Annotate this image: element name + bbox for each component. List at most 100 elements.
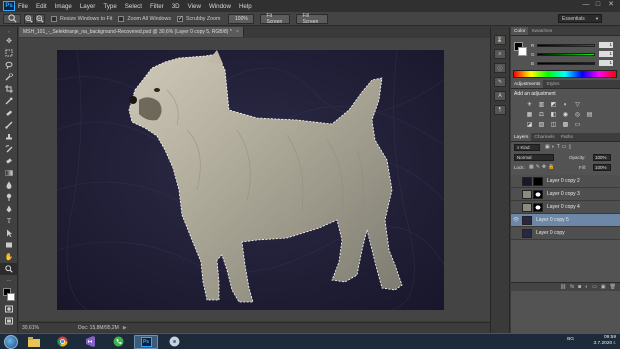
menu-3d[interactable]: 3D: [172, 3, 180, 10]
phone-app-taskbar-icon[interactable]: [106, 335, 130, 349]
type-tool-icon[interactable]: T: [0, 215, 18, 227]
tab-swatches[interactable]: Swatches: [528, 27, 555, 35]
maximize-button[interactable]: □: [594, 1, 602, 9]
document-tab[interactable]: MSH_101_-_Selektiranje_na_background-Rec…: [19, 27, 244, 37]
visual-studio-taskbar-icon[interactable]: [78, 335, 102, 349]
blue-slider[interactable]: [537, 62, 595, 65]
layer-name[interactable]: Layer 0 copy 4: [547, 204, 580, 210]
color-swatches[interactable]: [0, 287, 17, 303]
red-slider[interactable]: [537, 44, 595, 47]
gradient-tool-icon[interactable]: [0, 167, 18, 179]
zoom-level[interactable]: 30,61%: [22, 325, 48, 331]
selective-color-icon[interactable]: ▩: [561, 121, 570, 129]
layer-mask-thumbnail[interactable]: [533, 176, 543, 186]
chrome-taskbar-icon[interactable]: [50, 335, 74, 349]
quick-mask-icon[interactable]: [0, 303, 18, 315]
layer-name[interactable]: Layer 0 copy 2: [547, 178, 580, 184]
black-white-icon[interactable]: ◧: [549, 111, 558, 119]
menu-layer[interactable]: Layer: [80, 3, 95, 10]
zoom-out-icon[interactable]: [35, 13, 45, 24]
dodge-tool-icon[interactable]: [0, 191, 18, 203]
layer-row[interactable]: 👁 Layer 0 copy 5: [511, 214, 620, 227]
close-document-icon[interactable]: ×: [236, 29, 239, 35]
green-slider[interactable]: [537, 53, 595, 56]
color-background-swatch[interactable]: [518, 47, 527, 56]
new-layer-icon[interactable]: ▣: [601, 284, 606, 290]
more-tools-icon[interactable]: ···: [0, 275, 18, 287]
menu-type[interactable]: Type: [103, 3, 116, 10]
fit-screen-button[interactable]: Fit Screen: [260, 13, 291, 25]
zoom-all-windows-checkbox[interactable]: [118, 15, 125, 22]
menu-select[interactable]: Select: [125, 3, 142, 10]
tab-adjustments[interactable]: Adjustments: [511, 80, 544, 88]
color-ramp[interactable]: [513, 70, 617, 78]
layer-row[interactable]: Layer 0 copy 4: [511, 201, 620, 214]
channel-mixer-icon[interactable]: ◎: [573, 111, 582, 119]
move-tool-icon[interactable]: ✥: [0, 35, 18, 47]
pen-tool-icon[interactable]: [0, 203, 18, 215]
blur-tool-icon[interactable]: [0, 179, 18, 191]
eye-icon[interactable]: 👁: [511, 217, 521, 223]
exposure-icon[interactable]: ◐: [561, 101, 570, 109]
delete-layer-icon[interactable]: 🗑: [610, 284, 616, 290]
system-tray[interactable]: BG 09:59 3.7.2020 г.: [567, 335, 616, 347]
healing-brush-tool-icon[interactable]: [0, 107, 18, 119]
close-window-button[interactable]: ✕: [607, 1, 615, 9]
new-group-icon[interactable]: ▭: [592, 284, 597, 290]
tab-paths[interactable]: Paths: [558, 133, 576, 141]
zoom-tool-icon[interactable]: [0, 263, 18, 275]
eyedropper-tool-icon[interactable]: [0, 95, 18, 107]
layer-mask-thumbnail[interactable]: [533, 202, 543, 212]
hue-saturation-icon[interactable]: ▦: [525, 111, 534, 119]
menu-file[interactable]: File: [18, 3, 28, 10]
disc-app-taskbar-icon[interactable]: [162, 335, 186, 349]
menu-help[interactable]: Help: [239, 3, 252, 10]
eraser-tool-icon[interactable]: [0, 155, 18, 167]
color-balance-icon[interactable]: ⚖: [537, 111, 546, 119]
explorer-taskbar-icon[interactable]: [22, 335, 46, 349]
screen-mode-icon[interactable]: [0, 315, 18, 327]
document-size[interactable]: Doc: 15,8M/95,2M: [78, 325, 119, 331]
quick-selection-tool-icon[interactable]: [0, 71, 18, 83]
menu-view[interactable]: View: [188, 3, 201, 10]
info-panel-icon[interactable]: ⓘ: [494, 63, 506, 73]
background-color[interactable]: [7, 293, 15, 301]
status-arrow-icon[interactable]: ▶: [123, 325, 127, 331]
filter-kind-select[interactable]: ⌕ Kind: [514, 144, 540, 151]
history-brush-tool-icon[interactable]: [0, 143, 18, 155]
document-image[interactable]: [57, 50, 444, 310]
hand-tool-icon[interactable]: ✋: [0, 251, 18, 263]
opacity-input[interactable]: 100%: [593, 154, 611, 161]
marquee-tool-icon[interactable]: [0, 47, 18, 59]
menu-image[interactable]: Image: [55, 3, 72, 10]
path-selection-tool-icon[interactable]: [0, 227, 18, 239]
scrubby-zoom-checkbox[interactable]: [176, 15, 183, 22]
curves-icon[interactable]: ◩: [549, 101, 558, 109]
paragraph-panel-icon[interactable]: ¶: [494, 105, 506, 115]
lock-icons[interactable]: ▦✎✥🔒: [529, 164, 556, 170]
layer-row[interactable]: Layer 0 copy 3: [511, 188, 620, 201]
photo-filter-icon[interactable]: ◉: [561, 111, 570, 119]
clone-stamp-tool-icon[interactable]: [0, 131, 18, 143]
layer-name[interactable]: Layer 0 copy 3: [547, 191, 580, 197]
invert-icon[interactable]: ◪: [525, 121, 534, 129]
new-adjustment-icon[interactable]: ◐: [585, 284, 588, 290]
workspace-switcher[interactable]: Essentials ▼: [558, 14, 602, 23]
history-panel-icon[interactable]: ⌛: [494, 35, 506, 45]
toolbar-grip[interactable]: »: [0, 27, 18, 35]
layer-name[interactable]: Layer 0 copy: [536, 230, 565, 236]
layer-row[interactable]: Layer 0 copy 2: [511, 175, 620, 188]
crop-tool-icon[interactable]: [0, 83, 18, 95]
lasso-tool-icon[interactable]: [0, 59, 18, 71]
blend-mode-select[interactable]: Normal: [514, 154, 554, 161]
layer-filter-icons[interactable]: ▣◐T▭▯: [545, 144, 573, 150]
brush-tool-icon[interactable]: [0, 119, 18, 131]
vibrance-icon[interactable]: ▽: [573, 101, 582, 109]
language-indicator[interactable]: BG: [567, 337, 574, 343]
add-mask-icon[interactable]: ◙: [578, 284, 581, 290]
character-panel-icon[interactable]: A: [494, 91, 506, 101]
brush-panel-icon[interactable]: ✎: [494, 77, 506, 87]
minimize-button[interactable]: —: [582, 1, 590, 9]
tab-layers[interactable]: Layers: [511, 133, 532, 141]
gradient-map-icon[interactable]: ▭: [573, 121, 582, 129]
